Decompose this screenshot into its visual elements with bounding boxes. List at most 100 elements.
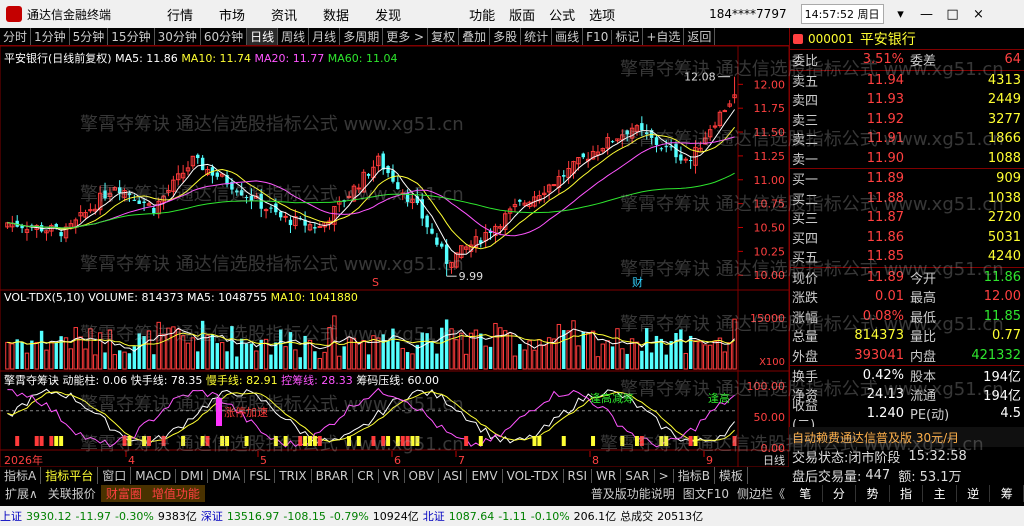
indicator-tab-10[interactable]: VR [379,468,405,483]
ind-name[interactable]: 擎霄夺筹诀 [4,374,59,387]
indicator-tab-6[interactable]: FSL [245,468,276,483]
toolbar-btn-6[interactable]: 日线 [247,28,279,45]
account-label[interactable]: 184****7797 [709,7,786,21]
indicator-tab-18[interactable]: > [655,468,674,483]
volume-bar [127,353,132,369]
asks-price[interactable]: 11.92 [838,112,904,127]
side-nav-btn-0[interactable]: 笔 [789,485,823,502]
toolbar-btn-16[interactable]: F10 [583,29,613,44]
stat-label-b: 最低 [910,310,937,326]
indicator-tab-16[interactable]: WR [592,468,622,483]
minimize-icon[interactable]: — [914,7,940,22]
bids-price[interactable]: 11.86 [838,230,904,245]
asks-volume: 1866 [987,131,1021,147]
dropdown-icon[interactable]: ▾ [888,7,914,22]
side-nav-btn-5[interactable]: 逆 [957,485,991,502]
menu-zixun[interactable]: 资讯 [271,5,297,24]
indicator-tab-1[interactable]: 指标平台 [41,467,99,484]
toolbar-btn-19[interactable]: 返回 [684,28,716,45]
volume-bar [645,328,649,369]
menu-gongshi[interactable]: 公式 [549,5,575,24]
bids-price[interactable]: 11.88 [838,191,904,206]
ext-tab-3[interactable]: 增值功能 [146,485,205,502]
stock-period-label[interactable]: 平安银行(日线前复权) [4,52,112,65]
side-nav-btn-1[interactable]: 分 [823,485,857,502]
indicator-tab-3[interactable]: MACD [131,468,177,483]
menu-hangqing[interactable]: 行情 [167,5,193,24]
toolbar-btn-2[interactable]: 5分钟 [70,28,109,45]
indicator-tab-11[interactable]: OBV [405,468,440,483]
indicator-tab-13[interactable]: EMV [467,468,503,483]
price-axis-label: 11.75 [754,102,786,115]
indicator-tab-19[interactable]: 指标B [674,467,715,484]
toolbar-btn-4[interactable]: 30分钟 [155,28,201,45]
bids-price[interactable]: 11.85 [838,249,904,264]
indicator-tab-5[interactable]: DMA [208,468,246,483]
toolbar-btn-12[interactable]: 叠加 [459,28,491,45]
indicator-tab-4[interactable]: DMI [176,468,209,483]
ext-tab-1[interactable]: 关联报价 [43,485,101,502]
reduce-label: 逢高减筹 [590,391,634,405]
menu-banmian[interactable]: 版面 [509,5,535,24]
asks-price[interactable]: 11.94 [838,73,904,88]
signal-s-marker[interactable]: S [372,276,379,289]
toolbar-btn-10[interactable]: 更多 > [383,28,429,45]
indicator-tab-15[interactable]: RSI [564,468,593,483]
candle-body [551,184,557,187]
vol-indicator-name[interactable]: VOL-TDX(5,10) [4,291,85,304]
toolbar-btn-9[interactable]: 多周期 [340,28,384,45]
indicator-tab-7[interactable]: TRIX [275,468,312,483]
indicator-tab-8[interactable]: BRAR [312,468,354,483]
candle-body [132,199,137,201]
indicator-tab-9[interactable]: CR [353,468,379,483]
momentum-bar [561,436,566,446]
menu-gongneng[interactable]: 功能 [469,5,495,24]
indicator-tab-0[interactable]: 指标A [0,467,42,484]
ext-right-link-2[interactable]: 侧边栏《 [733,485,789,502]
indicator-tab-12[interactable]: ASI [439,468,468,483]
toolbar-btn-18[interactable]: +自选 [643,28,685,45]
bids-price[interactable]: 11.87 [838,210,904,225]
maximize-icon[interactable]: □ [940,7,966,22]
toolbar-btn-11[interactable]: 复权 [428,28,460,45]
toolbar-btn-5[interactable]: 60分钟 [201,28,248,45]
kline-chart[interactable]: 12.08 9.99 S 财 涨停加速 逢高减筹 逢高 12.00 11.75 11.50 11… [0,46,789,467]
toolbar-btn-13[interactable]: 多股 [490,28,522,45]
asks-price[interactable]: 11.90 [838,151,904,166]
menu-shichang[interactable]: 市场 [219,5,245,24]
ext-right-link-0[interactable]: 普及版功能说明 [587,485,679,502]
ext-right-link-1[interactable]: 图文F10 [679,485,733,502]
side-nav-btn-3[interactable]: 指 [890,485,924,502]
indicator-tab-2[interactable]: 窗口 [98,467,132,484]
asks-price[interactable]: 11.91 [838,131,904,146]
stock-code[interactable]: 000001 [808,32,854,46]
side-nav-btn-6[interactable]: 筹 [990,485,1024,502]
ad-banner[interactable]: 自动赖费通达信普及版 30元/月 [789,427,1024,447]
toolbar-btn-14[interactable]: 统计 [521,28,553,45]
volume-bar [654,335,659,369]
toolbar-btn-1[interactable]: 1分钟 [31,28,70,45]
toolbar-btn-8[interactable]: 月线 [309,28,341,45]
menu-shuju[interactable]: 数据 [323,5,349,24]
bids-volume: 2720 [987,210,1021,226]
asks-price[interactable]: 11.93 [838,92,904,107]
ext-tab-2[interactable]: 财富圈 [100,485,147,502]
toolbar-btn-15[interactable]: 画线 [552,28,584,45]
close-icon[interactable]: × [966,7,992,22]
ext-tab-0[interactable]: 扩展∧ [0,485,43,502]
indicator-tab-20[interactable]: 模板 [715,467,748,484]
stock-name[interactable]: 平安银行 [860,29,916,49]
toolbar-btn-7[interactable]: 周线 [278,28,310,45]
date-axis-period[interactable]: 日线 [763,453,785,467]
toolbar-btn-0[interactable]: 分时 [0,28,32,45]
bids-price[interactable]: 11.89 [838,171,904,186]
indicator-tab-17[interactable]: SAR [621,468,655,483]
side-nav-btn-2[interactable]: 势 [856,485,890,502]
side-nav-btn-4[interactable]: 主 [923,485,957,502]
indicator-tab-14[interactable]: VOL-TDX [503,468,564,483]
menu-faxian[interactable]: 发现 [375,5,401,24]
toolbar-btn-17[interactable]: 标记 [612,28,644,45]
finance-marker[interactable]: 财 [632,275,643,289]
menu-xuanxiang[interactable]: 选项 [589,5,615,24]
toolbar-btn-3[interactable]: 15分钟 [108,28,155,45]
